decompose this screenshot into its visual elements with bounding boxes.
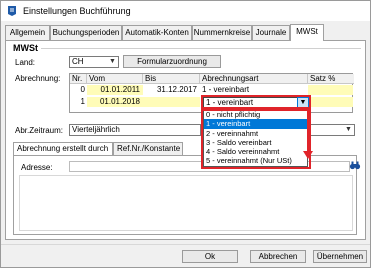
table-cell-bis[interactable]: 31.12.2017 [143,85,200,95]
tab-abrechnung-erstellt-durch[interactable]: Abrechnung erstellt durch [13,142,113,155]
table-cell-bis[interactable] [143,97,200,107]
abr-zeitraum-select-tail[interactable]: ▼ [311,124,355,136]
settings-window: Einstellungen Buchführung Allgemein Buch… [0,0,371,268]
formularzuordnung-button[interactable]: Formularzuordnung [123,55,221,68]
tab-mwst[interactable]: MWSt [290,24,324,41]
table-cell-nr[interactable]: 0 [70,85,87,95]
table-cell-nr[interactable]: 1 [70,97,87,107]
tab-nummernkreise[interactable]: Nummernkreise [192,25,252,40]
land-label: Land: [15,58,36,67]
tab-automatik-konten[interactable]: Automatik-Konten [122,25,192,40]
abr-zeitraum-label: Abr.Zeitraum: [15,126,64,135]
table-cell-satz[interactable] [308,97,353,107]
title-bar: Einstellungen Buchführung [1,1,370,21]
annotation-arrow [307,107,309,153]
land-select[interactable]: CH ▼ [69,56,119,68]
column-header-satz: Satz % [308,74,354,84]
land-value: CH [72,57,84,66]
abr-zeitraum-select[interactable]: Vierteljährlich [69,124,201,136]
mwst-group-label: MWSt [13,43,38,53]
column-header-nr: Nr. [70,74,87,84]
abr-zeitraum-value: Vierteljährlich [72,125,120,134]
tab-allgemein[interactable]: Allgemein [5,25,50,40]
cancel-button[interactable]: Abbrechen [250,250,306,263]
ok-button[interactable]: Ok [182,250,238,263]
column-header-bis: Bis [143,74,200,84]
adresse-label: Adresse: [21,163,53,172]
window-title: Einstellungen Buchführung [23,6,131,16]
group-divider [41,48,361,49]
tab-ref-nr-konstante[interactable]: Ref.Nr./Konstante [113,142,183,155]
tab-buchungsperioden[interactable]: Buchungsperioden [50,25,122,40]
app-icon [8,6,16,16]
chevron-down-icon: ▼ [345,126,352,133]
column-header-abrechnungsart: Abrechnungsart [200,74,308,84]
table-cell-satz[interactable] [308,85,353,95]
table-cell-vom[interactable]: 01.01.2011 [87,85,143,95]
binoculars-icon[interactable] [349,159,361,171]
column-header-vom: Vom [87,74,143,84]
table-cell-abrechnungsart[interactable]: 1 - vereinbart [200,85,308,95]
apply-button[interactable]: Übernehmen [313,250,367,263]
annotation-highlight-box [201,107,311,169]
chevron-down-icon: ▼ [109,58,116,65]
footer-divider [1,244,370,245]
abrechnung-label: Abrechnung: [15,74,61,83]
adresse-textarea[interactable] [19,175,353,231]
tab-journale[interactable]: Journale [252,25,290,40]
annotation-arrow-head [303,151,313,159]
table-cell-vom[interactable]: 01.01.2018 [87,97,143,107]
